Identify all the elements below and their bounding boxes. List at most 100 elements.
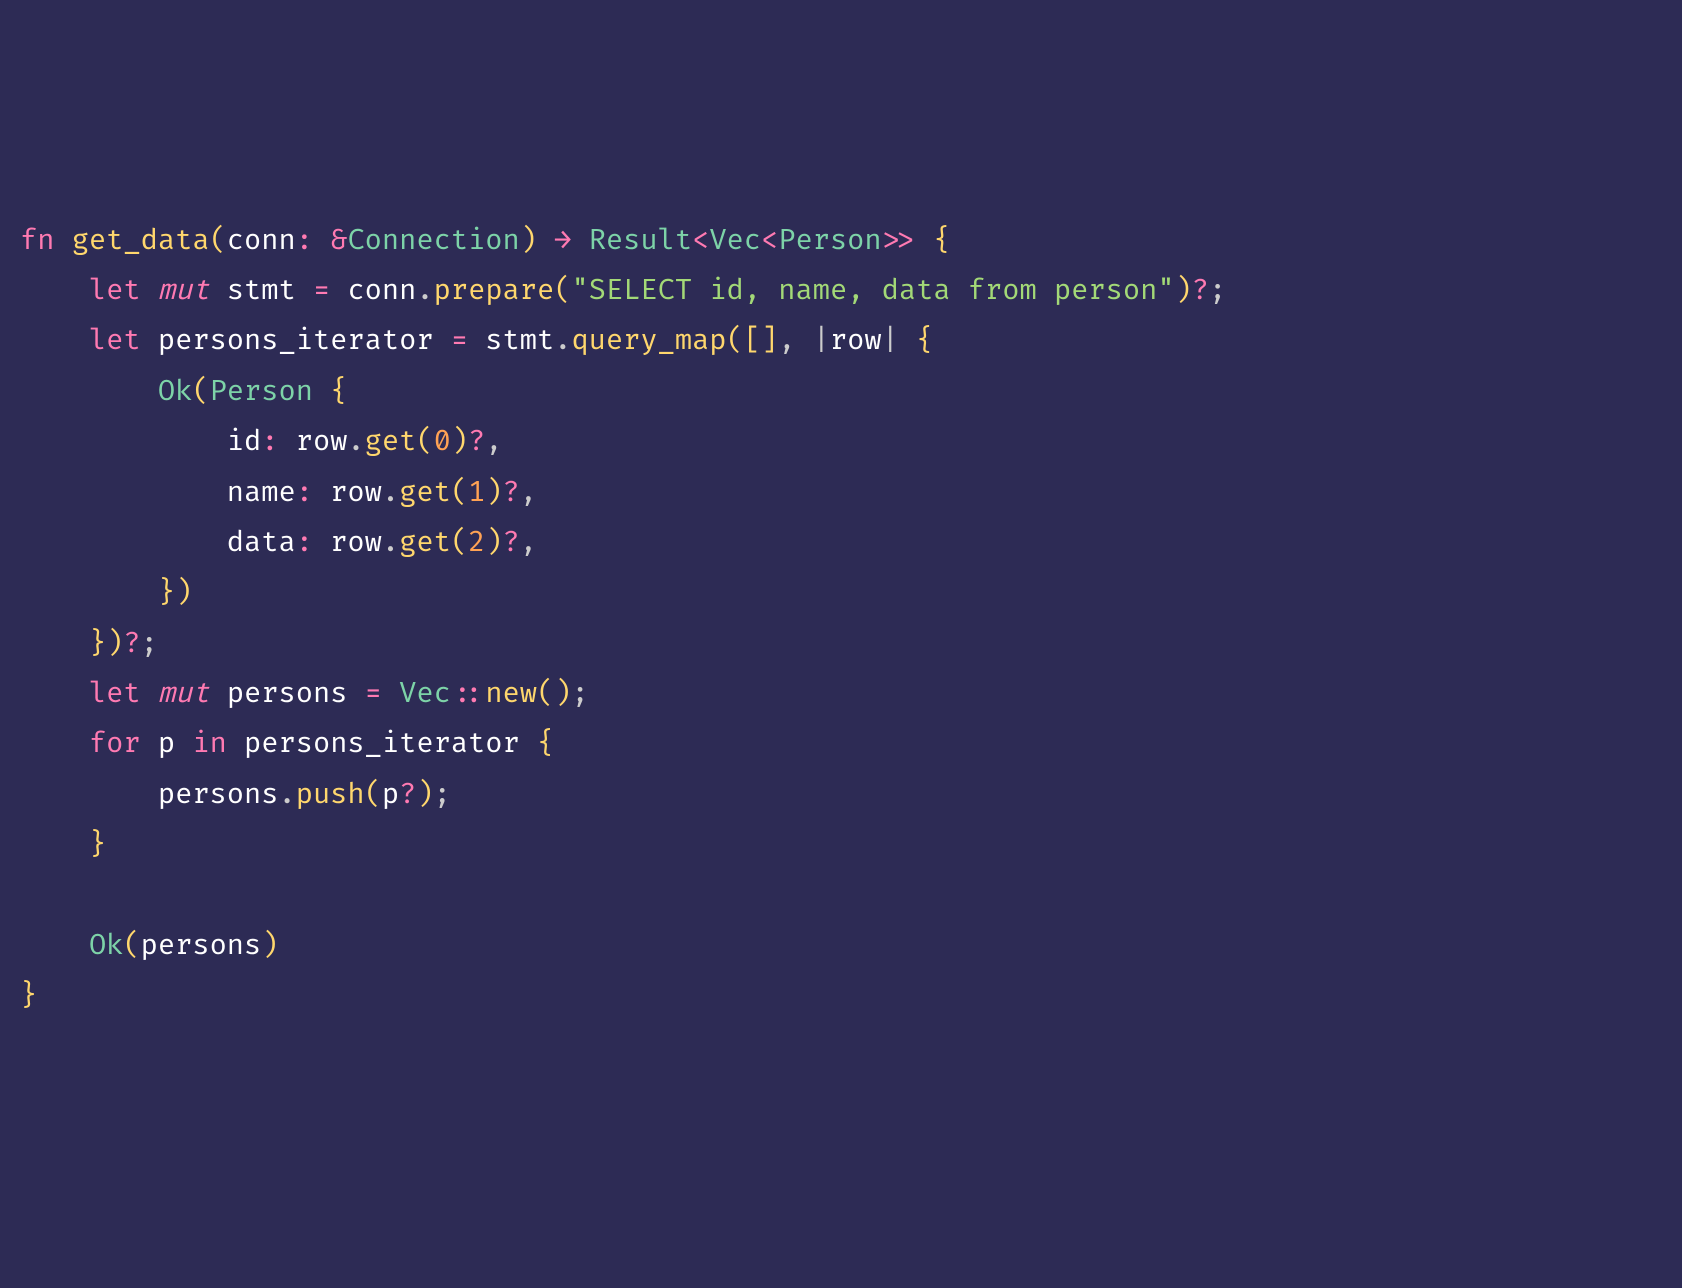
comma: , [520, 475, 537, 510]
code-line-8: }) [20, 575, 192, 610]
lparen: ( [537, 676, 554, 711]
lparen: ( [123, 928, 140, 963]
code-line-15: Ok(persons) [20, 928, 279, 963]
colon: : [296, 525, 313, 560]
field-data: data [227, 525, 296, 560]
code-line-7: data: row.get(2)?, [20, 525, 537, 560]
rparen: ) [106, 626, 123, 661]
lparen: ( [416, 424, 433, 459]
rparen: ) [554, 676, 571, 711]
code-line-4: Ok(Person { [20, 374, 347, 409]
rbrace: } [158, 575, 175, 610]
dot: . [278, 777, 295, 812]
lbrace: { [933, 223, 950, 258]
type-vec: Vec [709, 223, 761, 258]
var-persons: persons [227, 676, 348, 711]
lparen: ( [451, 525, 468, 560]
keyword-mut: mut [158, 676, 210, 711]
question: ? [1192, 273, 1209, 308]
keyword-let: let [89, 273, 141, 308]
dot: . [382, 475, 399, 510]
var-p: p [158, 726, 175, 761]
lparen: ( [192, 374, 209, 409]
semi: ; [434, 777, 451, 812]
sql-string: "SELECT id, name, data from person" [571, 273, 1174, 308]
lbrace: { [537, 726, 554, 761]
semi: ; [1209, 273, 1226, 308]
type-person: Person [778, 223, 881, 258]
method-get: get [365, 424, 417, 459]
dot: . [554, 323, 571, 358]
lbrace: { [330, 374, 347, 409]
arrow: → [554, 223, 571, 258]
field-id: id [227, 424, 261, 459]
number-2: 2 [468, 525, 485, 560]
pipe: | [813, 323, 830, 358]
var-persons-iterator: persons_iterator [244, 726, 520, 761]
code-line-6: name: row.get(1)?, [20, 475, 537, 510]
method-push: push [296, 777, 365, 812]
lparen: ( [365, 777, 382, 812]
dot: . [416, 273, 433, 308]
var-p: p [382, 777, 399, 812]
rparen: ) [485, 525, 502, 560]
semi: ; [141, 626, 158, 661]
lparen: ( [554, 273, 571, 308]
rbrace: } [20, 978, 37, 1013]
param-conn: conn [227, 223, 296, 258]
code-line-1: fn get_data(conn: &Connection) → Result<… [20, 223, 951, 258]
code-line-13: } [20, 827, 106, 862]
lparen: ( [451, 475, 468, 510]
rparen: ) [261, 928, 278, 963]
question: ? [123, 626, 140, 661]
field-name: name [227, 475, 296, 510]
fn-name: get_data [72, 223, 210, 258]
rparen: ) [175, 575, 192, 610]
code-line-5: id: row.get(0)?, [20, 424, 503, 459]
var-persons-iterator: persons_iterator [158, 323, 434, 358]
eq: = [451, 323, 468, 358]
lparen: ( [727, 323, 744, 358]
type-vec: Vec [399, 676, 451, 711]
keyword-for: for [89, 726, 141, 761]
lbrace: { [916, 323, 933, 358]
lparen: ( [210, 223, 227, 258]
comma: , [485, 424, 502, 459]
type-result: Result [589, 223, 692, 258]
rparen: ) [485, 475, 502, 510]
code-line-9: })?; [20, 626, 158, 661]
comma: , [778, 323, 795, 358]
type-connection: Connection [347, 223, 519, 258]
keyword-let: let [89, 676, 141, 711]
ok-variant: Ok [158, 374, 192, 409]
var-persons: persons [141, 928, 262, 963]
code-line-2: let mut stmt = conn.prepare("SELECT id, … [20, 273, 1226, 308]
code-line-16: } [20, 978, 37, 1013]
dot: . [382, 525, 399, 560]
method-get: get [399, 525, 451, 560]
langle: < [692, 223, 709, 258]
code-line-10: let mut persons = Vec::new(); [20, 676, 589, 711]
rparen: ) [1175, 273, 1192, 308]
question: ? [468, 424, 485, 459]
code-line-11: for p in persons_iterator { [20, 726, 554, 761]
lbracket: [ [744, 323, 761, 358]
method-new: new [485, 676, 537, 711]
var-row: row [330, 525, 382, 560]
rangle: >> [882, 223, 916, 258]
method-query-map: query_map [571, 323, 726, 358]
rparen: ) [451, 424, 468, 459]
keyword-mut: mut [158, 273, 210, 308]
eq: = [313, 273, 330, 308]
ok-variant: Ok [89, 928, 123, 963]
pipe: | [882, 323, 899, 358]
param-row: row [830, 323, 882, 358]
colon: : [261, 424, 278, 459]
var-stmt: stmt [485, 323, 554, 358]
comma: , [520, 525, 537, 560]
var-persons: persons [158, 777, 279, 812]
semi: ; [571, 676, 588, 711]
amp: & [330, 223, 347, 258]
colon: : [296, 223, 313, 258]
type-person: Person [210, 374, 313, 409]
